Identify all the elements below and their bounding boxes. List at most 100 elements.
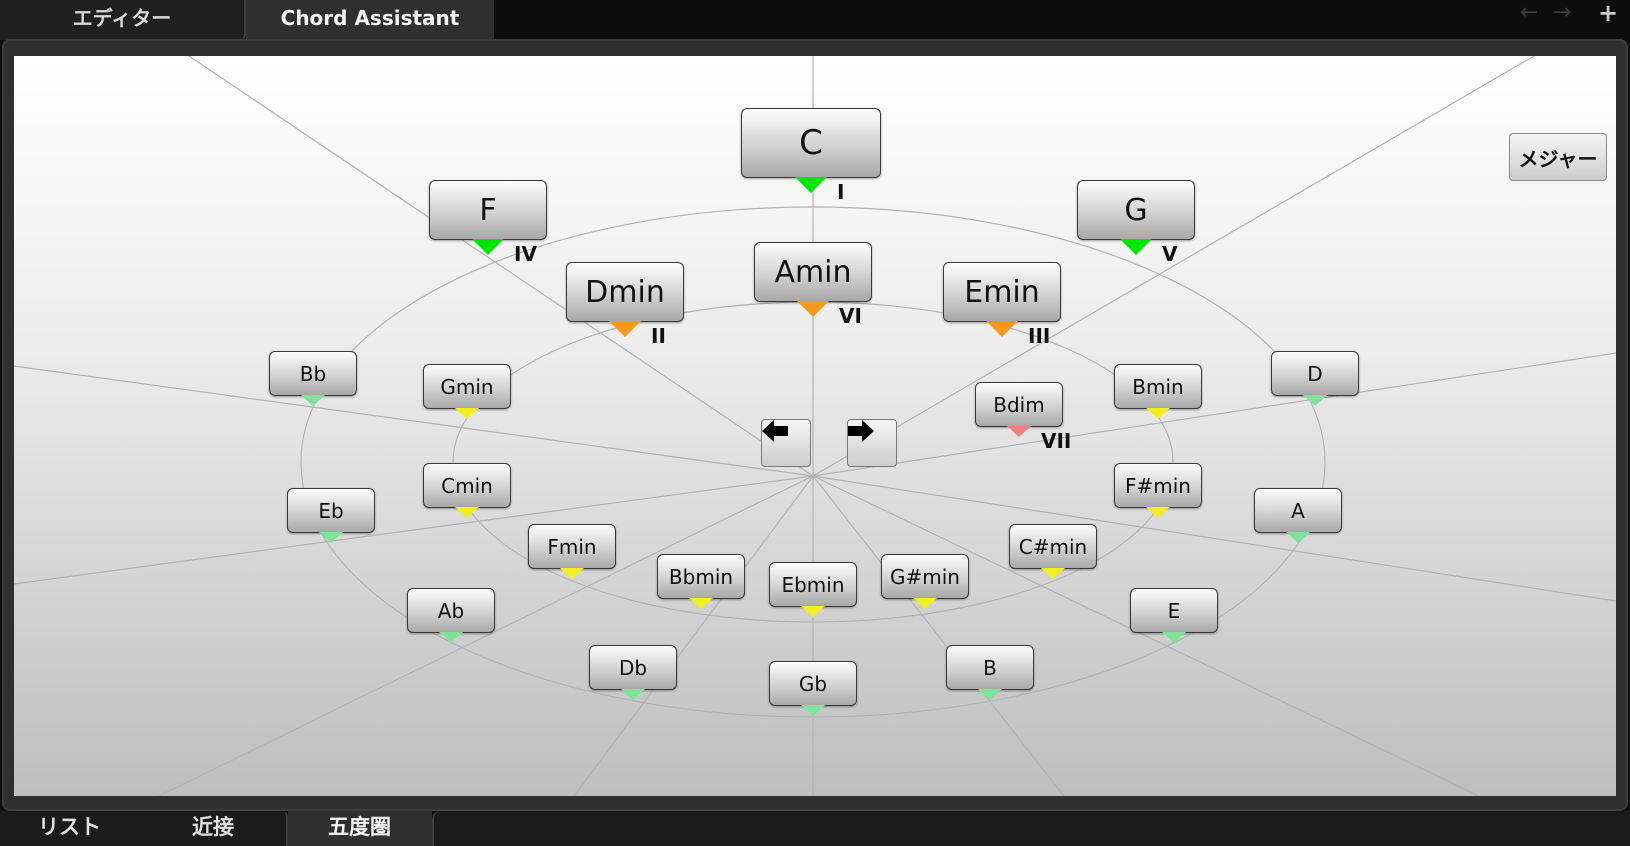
chord-button-ab[interactable]: Ab xyxy=(407,588,495,633)
arrow-left-icon xyxy=(762,420,788,442)
circle-of-fifths-canvas: C I F IV G V Amin VI Dmin II Emin III Bdim VII Bb Eb Ab D… xyxy=(14,56,1616,796)
mode-major-button[interactable]: メジャー xyxy=(1509,133,1607,181)
chord-label: Bmin xyxy=(1132,374,1184,399)
chord-button-bb[interactable]: Bb xyxy=(269,351,357,396)
chord-label: C#min xyxy=(1018,534,1088,559)
chord-label: Fmin xyxy=(547,534,597,559)
chord-marker-icon xyxy=(455,408,479,419)
chord-label: Emin xyxy=(964,274,1040,310)
degree-label: I xyxy=(837,180,845,204)
chord-marker-icon xyxy=(1303,395,1327,406)
chord-button-c-sharpmin[interactable]: C#min xyxy=(1009,524,1097,569)
chord-marker-icon xyxy=(801,606,825,617)
nav-forward-icon[interactable]: → xyxy=(1553,0,1571,28)
chord-marker-icon xyxy=(455,507,479,518)
chord-marker-icon xyxy=(689,598,713,609)
chord-button-fmin[interactable]: Fmin xyxy=(528,524,616,569)
chord-marker-icon xyxy=(1146,507,1170,518)
chord-label: Bb xyxy=(299,361,327,386)
chord-marker-icon xyxy=(986,321,1018,337)
spoke-line xyxy=(188,56,814,477)
chord-button-d[interactable]: D xyxy=(1271,351,1359,396)
chord-label: Gmin xyxy=(440,374,494,399)
chord-button-eb[interactable]: Eb xyxy=(287,488,375,533)
degree-label: V xyxy=(1162,242,1178,266)
degree-label: VII xyxy=(1041,429,1072,453)
chord-button-amin[interactable]: Amin xyxy=(754,242,872,302)
chord-label: D xyxy=(1307,361,1323,386)
spoke-line xyxy=(14,365,814,477)
chord-marker-icon xyxy=(1041,568,1065,579)
chord-button-gb[interactable]: Gb xyxy=(769,661,857,706)
chord-button-b[interactable]: B xyxy=(946,645,1034,690)
next-key-button[interactable] xyxy=(847,419,897,467)
chord-button-c[interactable]: C xyxy=(741,108,881,178)
tab-list[interactable]: リスト xyxy=(38,811,101,846)
chord-label: Ebmin xyxy=(781,572,845,597)
tab-chord-assistant[interactable]: Chord Assistant xyxy=(246,0,494,40)
chord-button-g-sharpmin[interactable]: G#min xyxy=(881,554,969,599)
bottom-empty-area xyxy=(432,811,1630,846)
chord-marker-icon xyxy=(609,321,641,337)
chord-label: Eb xyxy=(318,498,344,523)
chord-label: Gb xyxy=(798,671,828,696)
chord-marker-icon xyxy=(1162,632,1186,643)
spoke-line xyxy=(812,475,1480,796)
chord-label: F#min xyxy=(1125,473,1191,498)
chord-button-db[interactable]: Db xyxy=(589,645,677,690)
tab-proximity[interactable]: 近接 xyxy=(192,811,234,846)
chord-button-a[interactable]: A xyxy=(1254,488,1342,533)
chord-marker-icon xyxy=(797,301,829,317)
chord-label: F xyxy=(479,192,497,228)
chord-button-f[interactable]: F xyxy=(429,180,547,240)
chord-label: Db xyxy=(618,655,648,680)
chord-label: Cmin xyxy=(441,473,493,498)
chord-label: Dmin xyxy=(585,274,665,310)
spoke-line xyxy=(812,352,1616,477)
chord-marker-icon xyxy=(621,689,645,700)
chord-marker-icon xyxy=(472,239,504,255)
chord-label: C xyxy=(799,123,823,163)
chord-label: Ab xyxy=(437,598,465,623)
top-tab-bar: エディター Chord Assistant ← → + xyxy=(0,0,1630,40)
tab-editor[interactable]: エディター xyxy=(0,0,246,40)
tab-circle-of-fifths[interactable]: 五度圏 xyxy=(328,811,391,846)
chord-marker-icon xyxy=(1286,532,1310,543)
spoke-line xyxy=(158,475,814,796)
chord-button-emin[interactable]: Emin xyxy=(943,262,1061,322)
chord-marker-icon xyxy=(795,177,827,193)
chord-button-gmin[interactable]: Gmin xyxy=(423,364,511,409)
chord-marker-icon xyxy=(439,632,463,643)
chord-label: G xyxy=(1124,192,1148,228)
arrow-right-icon xyxy=(848,420,874,442)
degree-label: IV xyxy=(514,242,537,266)
chord-marker-icon xyxy=(913,598,937,609)
nav-back-icon[interactable]: ← xyxy=(1520,0,1538,28)
chord-label: Amin xyxy=(774,254,852,290)
chord-label: B xyxy=(983,655,997,680)
spoke-line xyxy=(812,56,1535,477)
chord-button-bmin[interactable]: Bmin xyxy=(1114,364,1202,409)
add-icon[interactable]: + xyxy=(1598,0,1618,28)
degree-label: III xyxy=(1028,324,1051,348)
chord-marker-icon xyxy=(1120,239,1152,255)
chord-label: G#min xyxy=(890,564,960,589)
prev-key-button[interactable] xyxy=(761,419,811,467)
degree-label: II xyxy=(651,324,666,348)
chord-marker-icon xyxy=(319,532,343,543)
chord-button-bbmin[interactable]: Bbmin xyxy=(657,554,745,599)
chord-button-f-sharpmin[interactable]: F#min xyxy=(1114,463,1202,508)
chord-button-e[interactable]: E xyxy=(1130,588,1218,633)
chord-label: Bbmin xyxy=(668,564,734,589)
chord-marker-icon xyxy=(978,689,1002,700)
chord-button-g[interactable]: G xyxy=(1077,180,1195,240)
chord-button-dmin[interactable]: Dmin xyxy=(566,262,684,322)
chord-button-cmin[interactable]: Cmin xyxy=(423,463,511,508)
chord-marker-icon xyxy=(801,705,825,716)
chord-marker-icon xyxy=(301,395,325,406)
degree-label: VI xyxy=(839,304,862,328)
chord-button-bdim[interactable]: Bdim xyxy=(975,382,1063,427)
chord-marker-icon xyxy=(560,568,584,579)
chord-marker-icon xyxy=(1146,408,1170,419)
chord-button-ebmin[interactable]: Ebmin xyxy=(769,562,857,607)
